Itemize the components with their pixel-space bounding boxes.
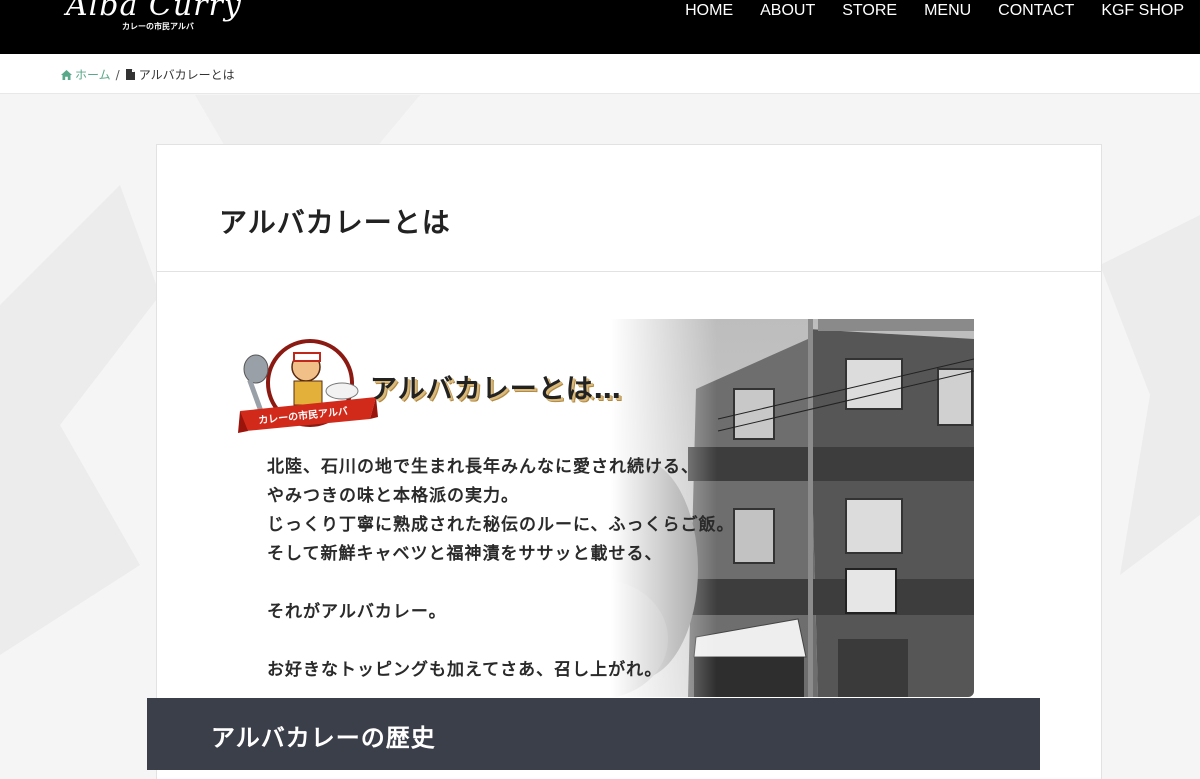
hero-spacer bbox=[267, 569, 735, 598]
hero-line: お好きなトッピングも加えてさあ、召し上がれ。 bbox=[267, 660, 663, 680]
nav-contact[interactable]: CONTACT bbox=[998, 0, 1074, 22]
nav-menu[interactable]: MENU bbox=[924, 0, 971, 22]
hero-line: じっくり丁寧に熟成された秘伝のルーに、ふっくらご飯。 bbox=[267, 515, 735, 535]
page-title: アルバカレーとは bbox=[219, 206, 451, 239]
hero-line: 北陸、石川の地で生まれ長年みんなに愛され続ける、 bbox=[267, 457, 699, 477]
document-icon bbox=[125, 69, 135, 80]
breadcrumb-home-link[interactable]: ホーム bbox=[61, 66, 111, 83]
breadcrumb-separator: / bbox=[115, 67, 120, 82]
breadcrumb-home-label: ホーム bbox=[75, 68, 111, 82]
title-divider bbox=[157, 271, 1101, 272]
hero-spacer bbox=[267, 627, 735, 656]
home-icon bbox=[61, 69, 72, 80]
breadcrumb-current: アルバカレーとは bbox=[138, 68, 235, 82]
hero-heading: アルバカレーとは… bbox=[370, 374, 622, 405]
hero-line: それがアルバカレー。 bbox=[267, 602, 447, 622]
logo-text: Alba Curry bbox=[66, 0, 242, 23]
logo-subtext: カレーの市民アルバ bbox=[122, 22, 194, 31]
main-nav: HOME ABOUT STORE MENU CONTACT KGF SHOP bbox=[685, 0, 1184, 22]
nav-about[interactable]: ABOUT bbox=[760, 0, 815, 22]
hero-line: やみつきの味と本格派の実力。 bbox=[267, 486, 519, 506]
site-logo[interactable]: Alba Curry カレーの市民アルバ bbox=[62, 0, 241, 34]
hero-line: そして新鮮キャベツと福神漬をササッと載せる、 bbox=[267, 544, 663, 564]
hero-text: 北陸、石川の地で生まれ長年みんなに愛され続ける、 やみつきの味と本格派の実力。 … bbox=[267, 453, 735, 685]
breadcrumb-bar: ホーム / アルバカレーとは bbox=[0, 54, 1200, 94]
nav-kgf-shop[interactable]: KGF SHOP bbox=[1101, 0, 1184, 22]
nav-store[interactable]: STORE bbox=[842, 0, 897, 22]
hero-image: カレーの市民アルバ アルバカレーとは… 北陸、石川の地で生まれ長年みんなに愛され… bbox=[218, 319, 974, 697]
section-title: アルバカレーの歴史 bbox=[211, 724, 436, 752]
nav-home[interactable]: HOME bbox=[685, 0, 733, 22]
site-header: Alba Curry カレーの市民アルバ HOME ABOUT STORE ME… bbox=[0, 0, 1200, 54]
breadcrumb: ホーム / アルバカレーとは bbox=[61, 66, 235, 83]
section-heading-bar: アルバカレーの歴史 bbox=[147, 698, 1040, 770]
